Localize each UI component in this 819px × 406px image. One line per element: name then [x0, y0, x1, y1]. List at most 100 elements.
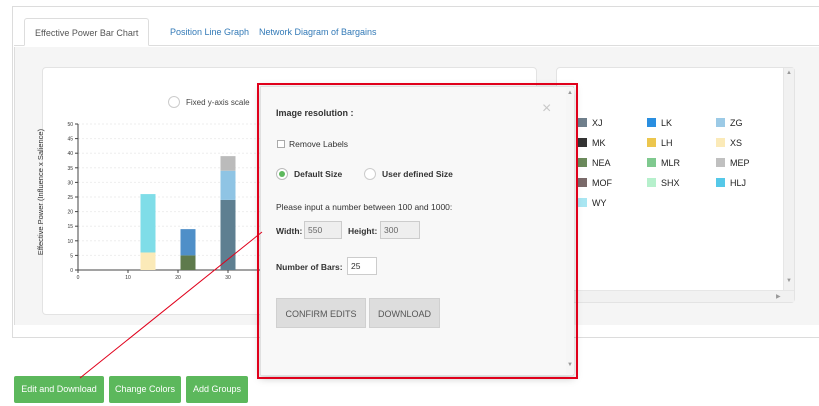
bar-segment-nea	[180, 255, 196, 270]
fixed-y-label: Fixed y-axis scale	[186, 98, 250, 107]
legend-swatch	[578, 178, 587, 187]
edit-and-download-button[interactable]: Edit and Download	[14, 376, 104, 403]
legend-swatch	[578, 118, 587, 127]
add-groups-button[interactable]: Add Groups	[186, 376, 248, 403]
user-defined-size-option[interactable]: User defined Size	[364, 168, 453, 180]
legend-swatch	[716, 118, 725, 127]
legend-swatch	[578, 158, 587, 167]
legend-item-mep: MEP	[716, 157, 750, 169]
x-tick-label: 30	[225, 275, 231, 281]
bar-segment-zg	[220, 170, 236, 200]
remove-labels-checkbox[interactable]	[277, 140, 285, 148]
scroll-right-arrow-icon[interactable]: ▶	[776, 293, 781, 300]
modal-title: Image resolution :	[276, 108, 354, 118]
y-tick-label: 35	[67, 166, 73, 172]
y-tick-label: 0	[70, 268, 73, 274]
y-tick-label: 10	[67, 239, 73, 245]
default-size-radio[interactable]	[276, 168, 288, 180]
change-colors-button[interactable]: Change Colors	[109, 376, 181, 403]
bar-chart: 05101520253035404550010203040	[67, 122, 281, 281]
x-tick-label: 20	[175, 275, 181, 281]
height-label: Height:	[348, 226, 378, 236]
legend-item-hlj: HLJ	[716, 177, 746, 189]
legend-label: XS	[730, 138, 743, 148]
legend-label: ZG	[730, 118, 743, 128]
legend-item-mof: MOF	[578, 177, 612, 189]
remove-labels-label: Remove Labels	[289, 139, 349, 149]
bar-segment-lk	[180, 229, 196, 256]
legend-swatch	[716, 158, 725, 167]
user-defined-size-label: User defined Size	[382, 169, 453, 179]
y-tick-label: 20	[67, 210, 73, 216]
legend-label: MEP	[730, 158, 750, 168]
x-tick-label: 0	[77, 275, 80, 281]
number-of-bars-input[interactable]: 25	[347, 257, 377, 275]
legend-item-lh: LH	[647, 137, 673, 149]
tab-network-diagram[interactable]: Network Diagram of Bargains	[249, 18, 387, 46]
y-tick-label: 25	[67, 195, 73, 201]
tab-bar: Effective Power Bar Chart Position Line …	[14, 18, 819, 46]
legend-label: MK	[592, 138, 606, 148]
x-tick-label: 10	[125, 275, 131, 281]
tab-position-line-graph[interactable]: Position Line Graph	[160, 18, 259, 46]
confirm-edits-button[interactable]: CONFIRM EDITS	[276, 298, 366, 328]
y-tick-label: 30	[67, 180, 73, 186]
close-icon[interactable]: ×	[542, 100, 551, 118]
legend-label: MLR	[661, 158, 681, 168]
default-size-option[interactable]: Default Size	[276, 168, 342, 180]
legend-item-zg: ZG	[716, 117, 743, 129]
size-instruction: Please input a number between 100 and 10…	[276, 202, 453, 212]
legend-item-nea: NEA	[578, 157, 611, 169]
legend-label: LH	[661, 138, 673, 148]
default-size-label: Default Size	[294, 169, 343, 179]
legend-swatch	[647, 178, 656, 187]
scroll-down-arrow-icon[interactable]: ▼	[786, 278, 792, 284]
tab-effective-power-bar-chart[interactable]: Effective Power Bar Chart	[24, 18, 150, 46]
download-button[interactable]: DOWNLOAD	[369, 298, 440, 328]
legend-item-mlr: MLR	[647, 157, 680, 169]
legend-label: HLJ	[730, 178, 747, 188]
legend-vertical-scrollbar[interactable]: ▲ ▼	[783, 68, 794, 290]
y-tick-label: 15	[67, 224, 73, 230]
y-tick-label: 40	[67, 151, 73, 157]
y-tick-label: 50	[67, 122, 73, 128]
legend-label: XJ	[592, 118, 603, 128]
width-label: Width:	[276, 226, 303, 236]
legend-swatch	[647, 118, 656, 127]
legend-item-xs: XS	[716, 137, 742, 149]
bar-segment-mep	[220, 156, 236, 171]
bar-segment-xs	[140, 252, 156, 270]
bar-segment-mof	[220, 199, 236, 270]
y-axis-label: Effective Power (Influence x Salience)	[36, 128, 45, 256]
legend-swatch	[647, 138, 656, 147]
legend-swatch	[578, 198, 587, 207]
width-input[interactable]: 550	[304, 221, 342, 239]
y-tick-label: 5	[70, 253, 73, 259]
scroll-up-arrow-icon[interactable]: ▲	[786, 70, 792, 76]
legend-item-mk: MK	[578, 137, 606, 149]
legend-label: SHX	[661, 178, 680, 188]
height-input[interactable]: 300	[380, 221, 420, 239]
user-defined-size-radio[interactable]	[364, 168, 376, 180]
fixed-y-radio[interactable]	[168, 96, 180, 108]
legend-item-xj: XJ	[578, 117, 603, 129]
legend-label: NEA	[592, 158, 611, 168]
legend-label: WY	[592, 198, 607, 208]
legend-swatch	[716, 138, 725, 147]
fixed-y-axis-toggle[interactable]: Fixed y-axis scale	[168, 96, 250, 110]
legend-item-lk: LK	[647, 117, 672, 129]
legend-swatch	[578, 138, 587, 147]
number-of-bars-label: Number of Bars:	[276, 262, 343, 272]
legend-label: MOF	[592, 178, 612, 188]
legend-label: LK	[661, 118, 673, 128]
legend-item-wy: WY	[578, 197, 607, 209]
modal-scroll-up-icon[interactable]: ▲	[567, 90, 573, 96]
legend-item-shx: SHX	[647, 177, 680, 189]
y-tick-label: 45	[67, 137, 73, 143]
modal-scrollbar[interactable]: ▲ ▼	[566, 88, 574, 374]
modal-scroll-down-icon[interactable]: ▼	[567, 362, 573, 368]
bar-segment-hlj	[140, 194, 156, 253]
legend-swatch	[716, 178, 725, 187]
legend-swatch	[647, 158, 656, 167]
legend-horizontal-scrollbar[interactable]: ▶	[570, 290, 794, 302]
